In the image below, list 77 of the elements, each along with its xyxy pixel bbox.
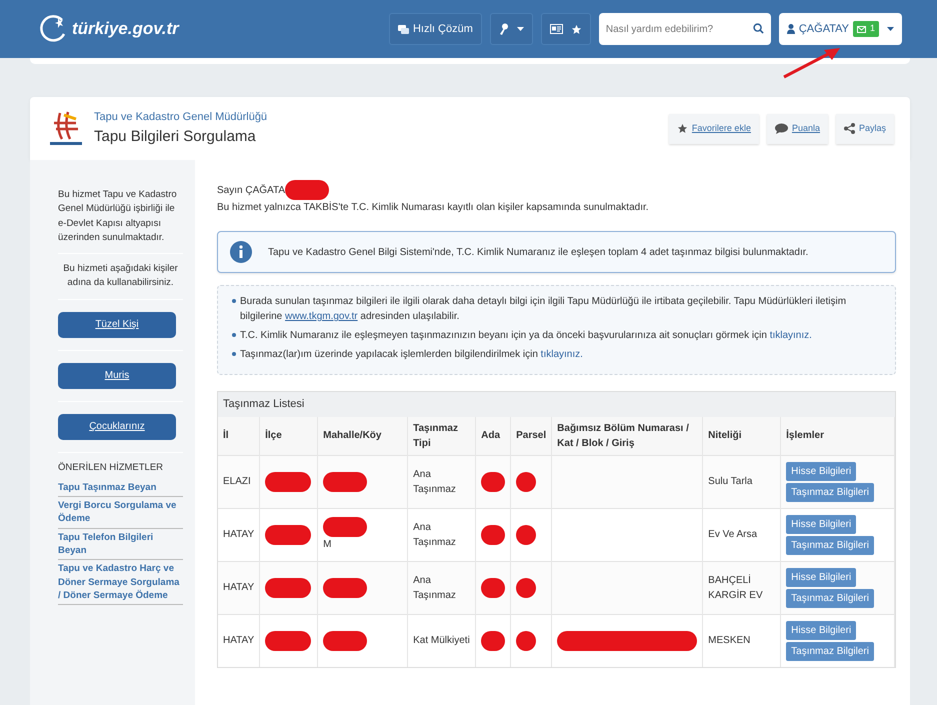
favorites-button[interactable]: Favorilere ekle [668,114,759,144]
search-button[interactable] [746,13,771,45]
table-cell: HATAY [218,561,260,614]
user-menu-button[interactable]: ÇAĞATAY 1 [778,13,902,45]
bullet-icon [232,352,236,356]
notice-text: Bu hizmet yalnızca TAKBİS'te T.C. Kimlik Numarası kayıtlı olan kişiler kapsamında sunulmaktadır. [217,200,650,215]
column-header: İl [218,416,260,455]
share-icon [844,123,855,134]
speech-bubble-icon [774,123,788,134]
column-header: Ada [476,416,511,455]
share-info-button[interactable]: Hisse Bilgileri [786,620,856,640]
property-info-button[interactable]: Taşınmaz Bilgileri [786,536,874,554]
service-title: Tapu Bilgileri Sorgulama [94,126,257,146]
chat-icon [398,24,409,34]
column-header: Mahalle/Köy [318,416,408,455]
bullet-text: Taşınmaz(lar)ım üzerinde yapılacak işlemlerden bilgilendirilmek için tıklayınız. [240,348,583,362]
proxy-button[interactable]: Tüzel Kişi [58,312,176,338]
table-cell: MESKEN [702,614,781,666]
recommended-link[interactable]: Vergi Borcu Sorgulama ve Ödeme [58,497,183,529]
logo-swoosh-icon [38,14,68,44]
column-header: İşlemler [780,416,894,455]
info-icon [230,241,252,263]
star-icon [676,123,688,134]
greeting-text: Sayın ÇAĞATA [217,183,285,198]
table-cell: BAHÇELİ KARGİR EV [702,561,781,614]
table-cell: ELAZI [218,455,260,508]
table-cell: Kat Mülkiyeti [408,614,476,666]
key-menu-button[interactable] [490,13,533,45]
search-icon [753,23,764,34]
info-text: Tapu ve Kadastro Genel Bilgi Sistemi'nde, T.C. Kimlik Numaranız ile eşleşen toplam 4 adet taşınmaz bilgisi bulunmaktadır. [268,246,808,260]
table-cell: Ana Taşınmaz [408,455,476,508]
favorites-button[interactable] [540,13,591,45]
bullet-text: Burada sunulan taşınmaz bilgileri ile ilgili olarak daha detaylı bilgi için ilgili Tapu Müdürlüğü ile irtibata geçilebilir. Tapu Müdürlükleri iletişim bilgilerine www.tkgm.gov.tr adresinden ulaşılabilir. [240,295,848,324]
envelope-icon [856,26,866,32]
table-cell: Sulu Tarla [702,455,781,508]
property-info-button[interactable]: Taşınmaz Bilgileri [786,642,874,660]
section-heading: ÖNERİLEN HİZMETLER [58,460,164,474]
id-card-icon [550,24,563,34]
sidebar-text: Bu hizmeti aşağıdaki kişiler adına da kullanabilirsiniz. [58,262,183,300]
caret-icon [516,27,524,31]
logo-text[interactable]: türkiye.gov.tr [72,16,179,42]
quick-solution-button[interactable]: Hızlı Çözüm [388,13,482,45]
column-header: Taşınmaz Tipi [408,416,476,455]
link[interactable]: tıklayınız. [540,349,583,360]
bullet-icon [232,333,236,337]
share-info-button[interactable]: Hisse Bilgileri [786,514,856,534]
share-info-button[interactable]: Hisse Bilgileri [786,462,856,480]
proxy-button[interactable]: Çocuklarınız [58,414,176,440]
key-icon [498,23,509,35]
column-header: İlçe [260,416,318,455]
rate-button[interactable]: Puanla [766,114,828,144]
caret-icon [887,27,894,31]
proxy-button[interactable]: Muris [58,362,176,388]
recommended-link[interactable]: Tapu Taşınmaz Beyan [58,478,183,498]
user-icon [786,24,795,34]
organization-name[interactable]: Tapu ve Kadastro Genel Müdürlüğü [94,109,268,126]
bullet-icon [232,299,236,303]
star-icon [570,24,582,34]
table-cell: HATAY [218,614,260,666]
search-field[interactable]: Nasıl yardım edebilirim? [598,13,747,45]
recommended-link[interactable]: Tapu Telefon Bilgileri Beyan [58,528,183,560]
property-info-button[interactable]: Taşınmaz Bilgileri [786,588,874,608]
column-header: Parsel [510,416,552,455]
column-header: Bağımsız Bölüm Numarası / Kat / Blok / Giriş [552,416,703,455]
link[interactable]: tıklayınız. [770,330,812,341]
share-button[interactable]: Paylaş [836,114,894,144]
sidebar-text: Bu hizmet Tapu ve Kadastro Genel Müdürlüğü işbirliği ile e-Devlet Kapısı altyapısı üzerinden sunulmaktadır. [58,188,183,254]
table-cell-text: M [323,538,332,552]
table-caption: Taşınmaz Listesi [218,392,895,416]
column-header: Niteliği [702,416,781,455]
recommended-link[interactable]: Tapu ve Kadastro Harç ve Döner Sermaye Sorgulama / Döner Sermaye Ödeme [58,560,183,606]
property-info-button[interactable]: Taşınmaz Bilgileri [786,482,874,502]
share-info-button[interactable]: Hisse Bilgileri [786,568,856,586]
message-count-badge[interactable]: 1 [852,21,879,37]
table-cell: Ana Taşınmaz [408,561,476,614]
bullet-text: T.C. Kimlik Numaranız ile eşleşmeyen taşınmazınızın beyanı için ya da önceki başvurularınıza ait sonuçları görmek için tıklayınız. [240,329,812,343]
link[interactable]: www.tkgm.gov.tr [285,311,358,322]
